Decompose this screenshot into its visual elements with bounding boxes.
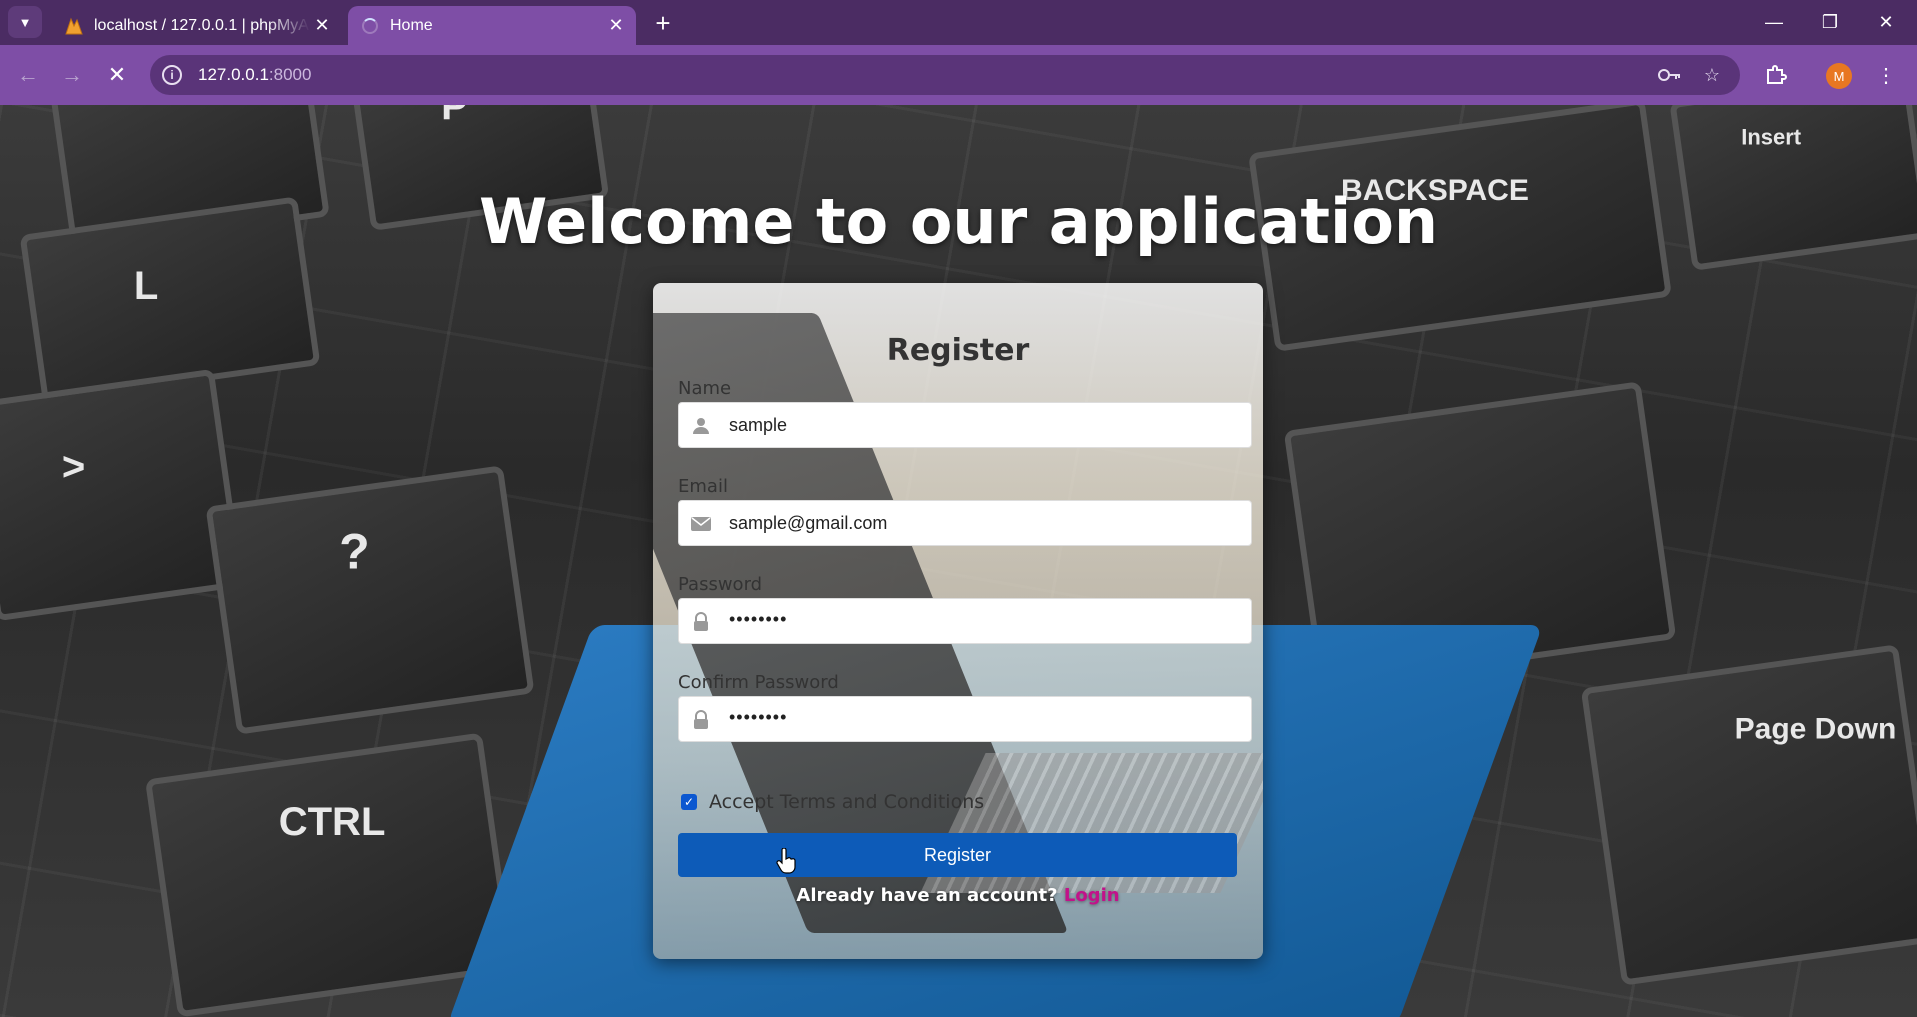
email-label: Email: [678, 476, 728, 497]
close-tab-icon[interactable]: ✕: [604, 14, 628, 38]
profile-avatar[interactable]: M: [1826, 63, 1852, 89]
login-prompt-text: Already have an account?: [796, 885, 1058, 906]
menu-kebab-icon[interactable]: ⋮: [1870, 59, 1902, 91]
login-link[interactable]: Login: [1064, 885, 1120, 906]
browser-toolbar: ← → ✕ i 127.0.0.1:8000 ☆ M ⋮: [0, 45, 1917, 105]
user-icon: [689, 414, 713, 438]
confirm-password-value: ••••••••: [729, 707, 788, 727]
back-icon[interactable]: ←: [10, 57, 46, 93]
minimize-icon[interactable]: —: [1750, 4, 1798, 40]
phpmyadmin-icon: [64, 16, 84, 36]
password-label: Password: [678, 574, 763, 595]
register-button[interactable]: Register: [678, 833, 1237, 877]
name-field[interactable]: sample: [678, 402, 1252, 448]
confirm-password-label: Confirm Password: [678, 672, 839, 693]
lock-icon: [689, 610, 713, 634]
name-label: Name: [678, 378, 732, 399]
lock-icon: [689, 708, 713, 732]
forward-icon[interactable]: →: [54, 57, 90, 93]
login-prompt: Already have an account? Login: [653, 885, 1263, 906]
email-value: sample@gmail.com: [729, 513, 888, 533]
password-value: ••••••••: [729, 609, 788, 629]
address-bar[interactable]: i 127.0.0.1:8000 ☆: [150, 55, 1740, 95]
envelope-icon: [689, 512, 713, 536]
tab-search-button[interactable]: ▼: [8, 6, 42, 38]
site-info-icon[interactable]: i: [162, 65, 182, 85]
background-key: >: [0, 368, 245, 622]
terms-label[interactable]: Accept Terms and Conditions: [709, 791, 984, 813]
close-window-icon[interactable]: ✕: [1862, 4, 1910, 40]
background-key: CTRL: [144, 732, 516, 1017]
stop-loading-icon[interactable]: ✕: [99, 57, 135, 93]
background-key: Page Down: [1580, 644, 1917, 986]
email-field[interactable]: sample@gmail.com: [678, 500, 1252, 546]
url-text[interactable]: 127.0.0.1:8000: [198, 65, 311, 85]
extensions-icon[interactable]: [1760, 59, 1792, 91]
terms-row: ✓ Accept Terms and Conditions: [681, 791, 984, 813]
bookmark-star-icon[interactable]: ☆: [1698, 63, 1726, 87]
password-field[interactable]: ••••••••: [678, 598, 1252, 644]
new-tab-button[interactable]: +: [648, 8, 678, 38]
tab-phpmyadmin[interactable]: localhost / 127.0.0.1 | phpMyAdmin ✕: [52, 6, 342, 45]
terms-checkbox[interactable]: ✓: [681, 794, 697, 810]
form-title: Register: [886, 333, 1030, 368]
tab-title: localhost / 127.0.0.1 | phpMyAdmin: [94, 16, 310, 34]
close-tab-icon[interactable]: ✕: [310, 14, 334, 38]
tab-strip: ▼ localhost / 127.0.0.1 | phpMyAdmin ✕ H…: [0, 0, 1917, 45]
page-heading: Welcome to our application: [478, 185, 1439, 258]
tab-title: Home: [390, 16, 433, 34]
background-key: ?: [205, 465, 535, 735]
chevron-down-icon: ▼: [18, 14, 32, 30]
name-value: sample: [729, 415, 788, 435]
hand-pointer-cursor-icon: [776, 848, 796, 874]
register-card: Register Name sample Email sample@gmail.…: [653, 283, 1263, 959]
tab-home[interactable]: Home ✕: [348, 6, 636, 45]
restore-icon[interactable]: ❐: [1806, 4, 1854, 40]
password-key-icon[interactable]: [1656, 63, 1684, 87]
loading-spinner-icon: [360, 16, 380, 36]
confirm-password-field[interactable]: ••••••••: [678, 696, 1252, 742]
page-viewport: P L BACKSPACE Insert > ? CTRL Page Down …: [0, 105, 1917, 1017]
